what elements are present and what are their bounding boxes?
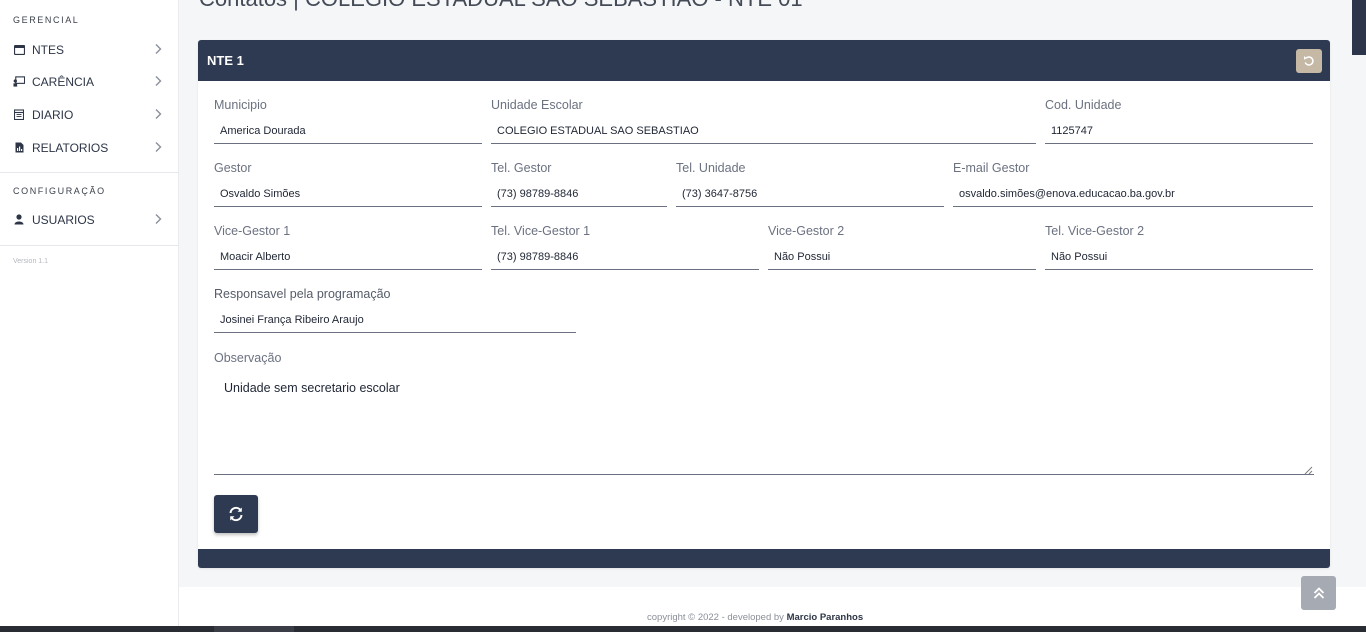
page-title: Contatos | COLEGIO ESTADUAL SAO SEBASTIA… — [199, 0, 803, 12]
undo-icon — [1304, 56, 1314, 66]
tel-unidade-label: Tel. Unidade — [676, 161, 746, 175]
divider — [0, 245, 179, 246]
reset-button[interactable] — [1296, 49, 1322, 73]
sidebar-item-label: USUARIOS — [32, 212, 95, 227]
calendar-icon — [13, 109, 25, 121]
unidade-escolar-input[interactable]: COLEGIO ESTADUAL SAO SEBASTIAO — [491, 118, 1036, 144]
resize-handle-icon[interactable] — [1304, 466, 1313, 475]
version-label: Version 1.1 — [13, 258, 49, 265]
file-chart-icon — [13, 142, 25, 154]
card-header: NTE 1 — [198, 40, 1330, 81]
tel-gestor-label: Tel. Gestor — [491, 161, 552, 175]
contact-card: NTE 1 Municipio America Dourada Unidade … — [198, 40, 1330, 568]
tel-unidade-input[interactable]: (73) 3647-8756 — [676, 181, 944, 207]
observacao-label: Observação — [214, 351, 282, 365]
chevron-right-icon — [155, 44, 162, 54]
vice-gestor-1-label: Vice-Gestor 1 — [214, 224, 291, 238]
vice-gestor-2-input[interactable]: Não Possui — [768, 244, 1036, 270]
card-footer — [198, 549, 1330, 568]
copyright: copyright © 2022 - developed by Marcio P… — [647, 612, 863, 623]
municipio-input[interactable]: America Dourada — [214, 118, 482, 144]
teacher-board-icon — [13, 76, 25, 88]
responsavel-input[interactable]: Josinei França Ribeiro Araujo — [214, 307, 576, 333]
chevron-right-icon — [155, 214, 162, 224]
sidebar-item-carencia[interactable]: CARÊNCIA — [0, 65, 179, 98]
chevron-right-icon — [155, 76, 162, 86]
vice-gestor-1-input[interactable]: Moacir Alberto — [214, 244, 482, 270]
scrollbar[interactable] — [1352, 0, 1366, 55]
gestor-label: Gestor — [214, 161, 252, 175]
sidebar-item-diario[interactable]: DIARIO — [0, 98, 179, 131]
sidebar-item-usuarios[interactable]: USUARIOS — [0, 203, 179, 236]
tel-vice-gestor-1-input[interactable]: (73) 98789-8846 — [491, 244, 759, 270]
double-chevron-up-icon — [1313, 587, 1324, 599]
chevron-right-icon — [155, 109, 162, 119]
taskbar-tab[interactable] — [214, 626, 294, 632]
tel-vice-gestor-2-input[interactable]: Não Possui — [1045, 244, 1313, 270]
card-title: NTE 1 — [207, 53, 244, 68]
email-gestor-label: E-mail Gestor — [953, 161, 1030, 175]
vice-gestor-2-label: Vice-Gestor 2 — [768, 224, 845, 238]
cod-unidade-input[interactable]: 1125747 — [1045, 118, 1313, 144]
sidebar-item-label: DIARIO — [32, 107, 74, 122]
scroll-to-top-button[interactable] — [1301, 576, 1336, 610]
chevron-right-icon — [155, 142, 162, 152]
refresh-icon — [229, 506, 243, 522]
copyright-text: copyright © 2022 - developed by — [647, 612, 787, 623]
sidebar-item-label: NTES — [32, 42, 65, 57]
section-title-gerencial: GERENCIAL — [13, 15, 80, 25]
author-name: Marcio Paranhos — [786, 612, 864, 623]
observacao-textarea[interactable]: Unidade sem secretario escolar — [214, 371, 1314, 475]
tel-vice-gestor-2-label: Tel. Vice-Gestor 2 — [1045, 224, 1145, 238]
gestor-input[interactable]: Osvaldo Simões — [214, 181, 482, 207]
email-gestor-input[interactable]: osvaldo.simões@enova.educacao.ba.gov.br — [953, 181, 1313, 207]
section-title-configuracao: CONFIGURAÇÃO — [13, 186, 106, 196]
tel-gestor-input[interactable]: (73) 98789-8846 — [491, 181, 667, 207]
cod-unidade-label: Cod. Unidade — [1045, 98, 1122, 112]
municipio-label: Municipio — [214, 98, 267, 112]
user-icon — [13, 214, 25, 226]
sidebar: GERENCIAL NTES CARÊNCIA DIARIO RELATORIO… — [0, 0, 179, 632]
sidebar-item-label: RELATORIOS — [32, 140, 109, 155]
taskbar — [0, 626, 1366, 632]
tel-vice-gestor-1-label: Tel. Vice-Gestor 1 — [491, 224, 591, 238]
sidebar-item-relatorios[interactable]: RELATORIOS — [0, 131, 179, 164]
sidebar-item-ntes[interactable]: NTES — [0, 33, 179, 66]
window-icon — [13, 44, 25, 56]
unidade-escolar-label: Unidade Escolar — [491, 98, 583, 112]
divider — [0, 172, 179, 173]
refresh-button[interactable] — [214, 495, 258, 533]
sidebar-item-label: CARÊNCIA — [32, 74, 95, 89]
responsavel-label: Responsavel pela programação — [214, 287, 391, 301]
